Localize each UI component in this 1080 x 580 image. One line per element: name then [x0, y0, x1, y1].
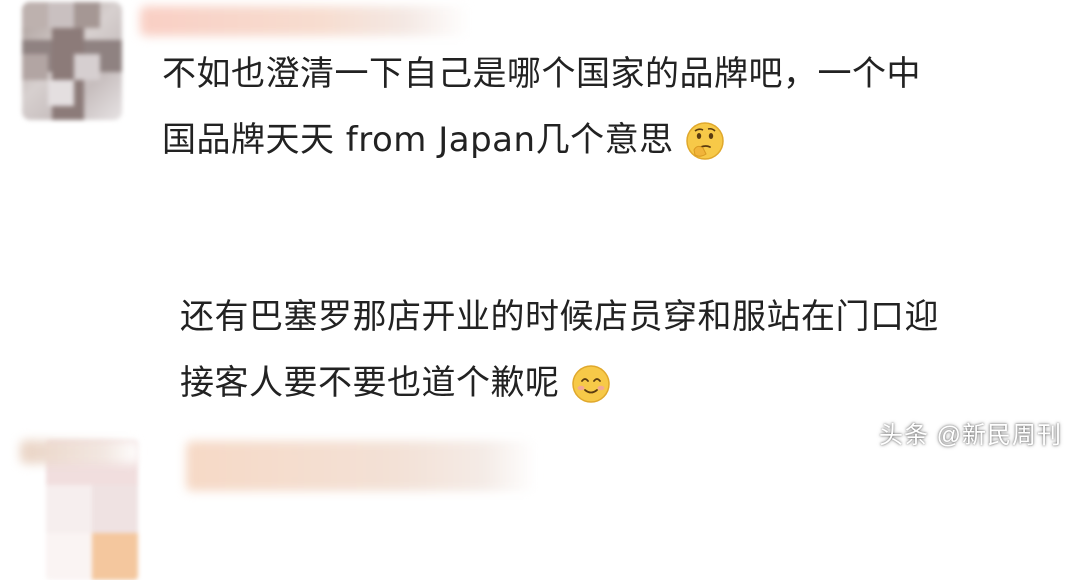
- comment-text: 不如也澄清一下自己是哪个国家的品牌吧，一个中 国品牌天天 from Japan几…: [162, 41, 921, 173]
- comment-line: 国品牌天天 from Japan几个意思: [162, 107, 921, 173]
- comment-item: 不如也澄清一下自己是哪个国家的品牌吧，一个中 国品牌天天 from Japan几…: [0, 0, 1080, 215]
- comment-line-text: 接客人要不要也道个歉呢: [180, 363, 560, 403]
- comment-line: 接客人要不要也道个歉呢: [180, 350, 939, 416]
- avatar[interactable]: [22, 2, 122, 120]
- thinking-face-icon: [684, 118, 726, 160]
- comment-line: 还有巴塞罗那店开业的时候店员穿和服站在门口迎: [180, 297, 939, 337]
- comment-text: 还有巴塞罗那店开业的时候店员穿和服站在门口迎 接客人要不要也道个歉呢: [180, 284, 939, 416]
- watermark: 头条 @新民周刊: [878, 422, 1062, 449]
- next-comment-blurred[interactable]: [20, 440, 140, 464]
- smiling-face-icon: [570, 361, 612, 403]
- comment-line-text: 国品牌天天 from Japan几个意思: [162, 120, 674, 160]
- comment-line: 不如也澄清一下自己是哪个国家的品牌吧，一个中: [162, 54, 921, 94]
- username-blurred[interactable]: [140, 6, 470, 36]
- username-blurred[interactable]: [186, 441, 536, 491]
